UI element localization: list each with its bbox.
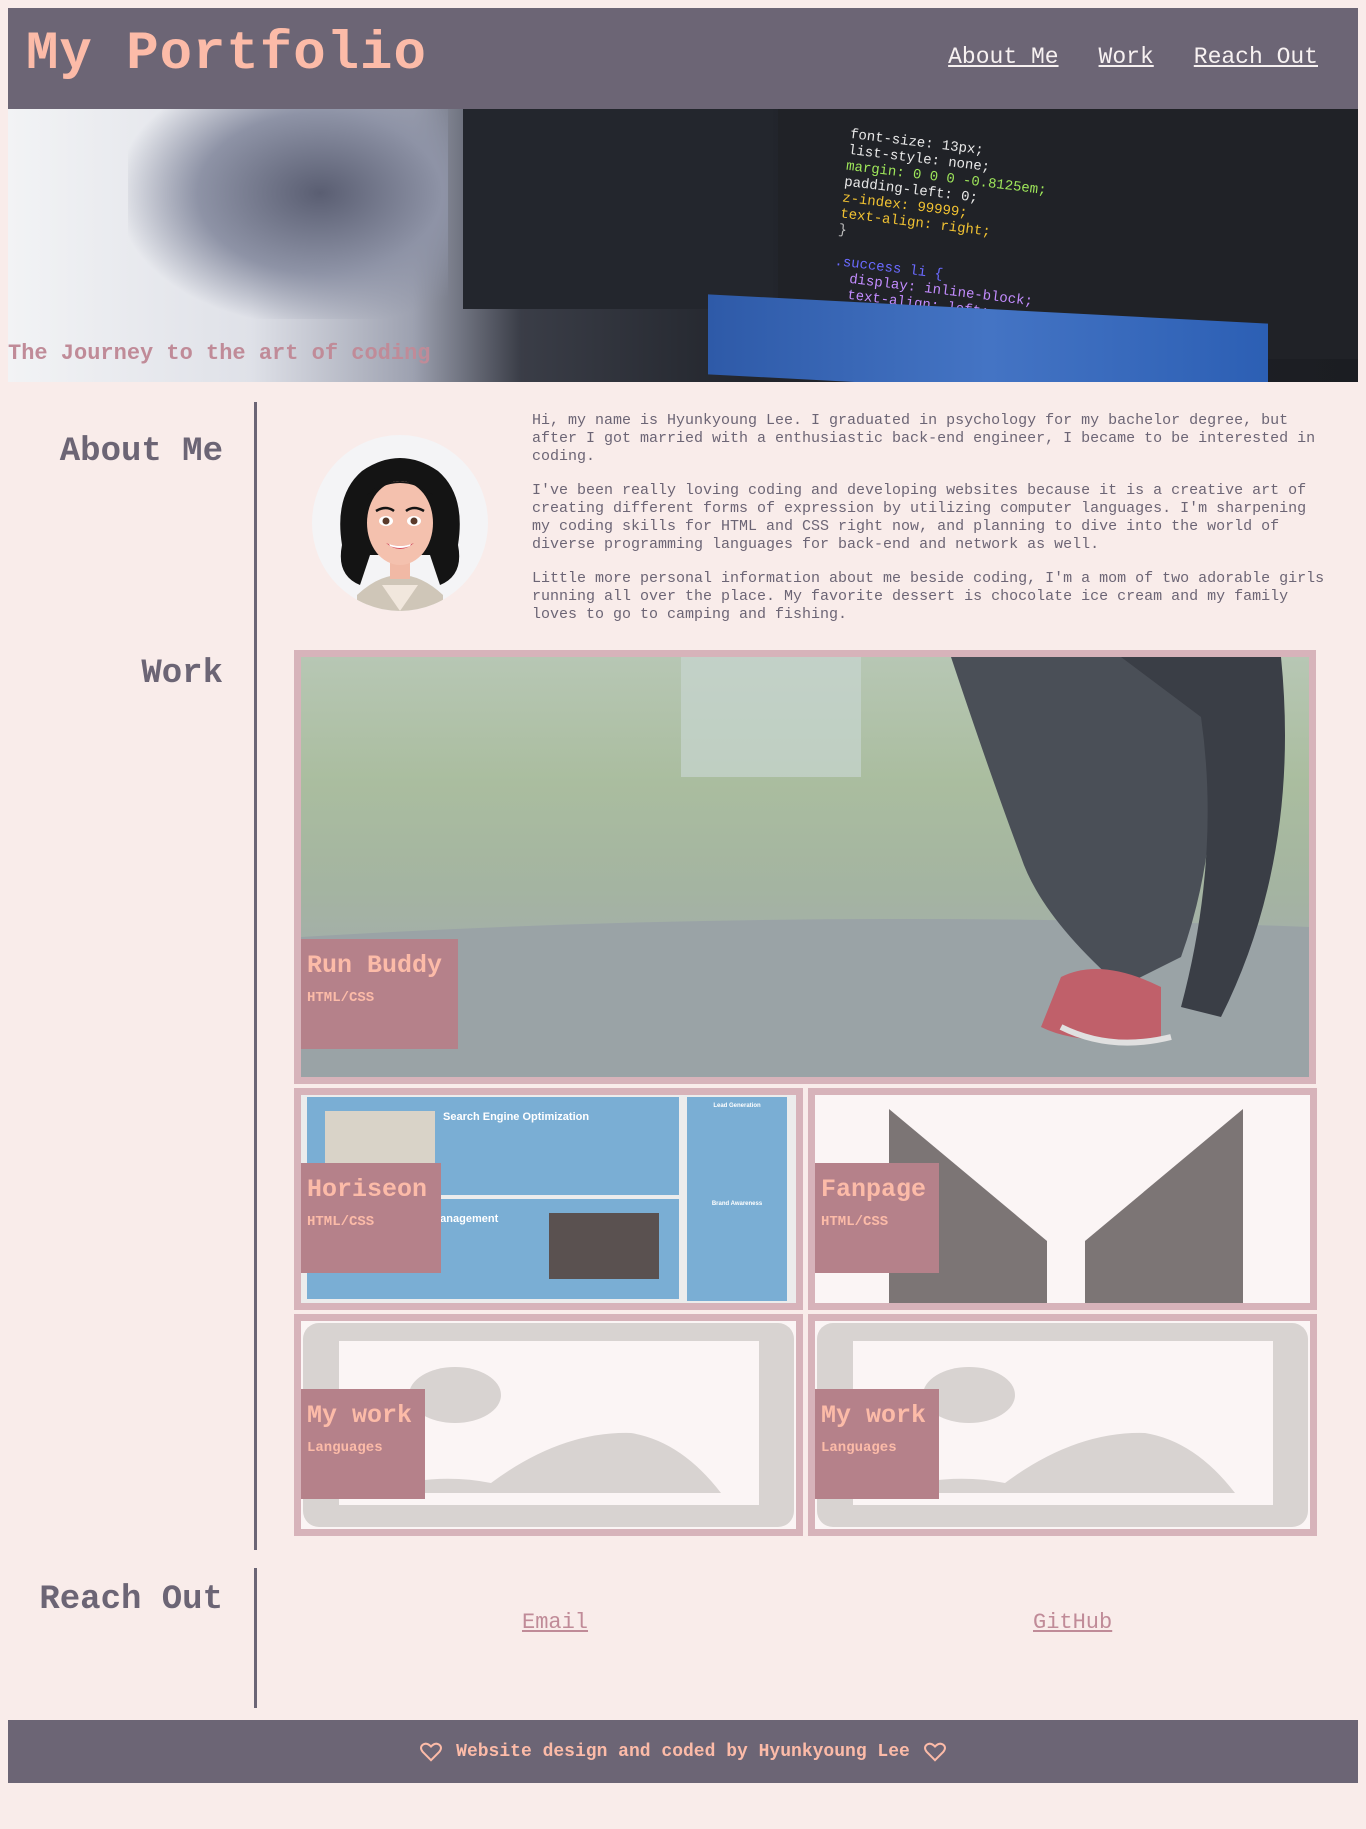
project-label: My work Languages — [301, 1389, 425, 1499]
nav-work[interactable]: Work — [1099, 44, 1154, 70]
reach-title: Reach Out — [39, 1581, 223, 1619]
project-title: Run Buddy — [307, 951, 443, 980]
about-bio: Hi, my name is Hyunkyoung Lee. I graduat… — [532, 412, 1332, 640]
project-subtitle: HTML/CSS — [307, 1214, 375, 1230]
heart-icon — [420, 1742, 443, 1762]
project-label: Horiseon HTML/CSS — [301, 1163, 441, 1273]
site-header: My Portfolio About Me Work Reach Out — [8, 8, 1358, 109]
hero-banner: font-size: 13px; list-style: none; margi… — [8, 109, 1358, 382]
project-label: Fanpage HTML/CSS — [815, 1163, 939, 1273]
main-nav: About Me Work Reach Out — [948, 44, 1318, 70]
nav-reach-out[interactable]: Reach Out — [1194, 44, 1318, 70]
project-subtitle: HTML/CSS — [307, 990, 375, 1006]
site-footer: Website design and coded by Hyunkyoung L… — [8, 1720, 1358, 1783]
project-card-horiseon[interactable]: Search Engine Optimization Management Le… — [294, 1088, 803, 1310]
bio-paragraph: Little more personal information about m… — [532, 570, 1325, 623]
avatar-illustration — [340, 458, 460, 611]
heart-icon — [923, 1742, 946, 1762]
avatar — [312, 435, 488, 611]
email-link[interactable]: Email — [522, 1610, 588, 1635]
hero-tagline: The Journey to the art of coding — [8, 341, 431, 366]
work-divider — [254, 640, 257, 1550]
work-title: Work — [141, 655, 223, 693]
about-section: About Me Hi, my name is Hyunkyoung Lee. … — [8, 382, 1358, 646]
bio-paragraph: I've been really loving coding and devel… — [532, 482, 1307, 553]
hero-laptop-screen — [463, 109, 773, 309]
project-card-fanpage[interactable]: Fanpage HTML/CSS — [808, 1088, 1317, 1310]
project-subtitle: Languages — [821, 1440, 897, 1456]
horiseon-side: Brand Awareness — [711, 1201, 763, 1207]
nav-about-me[interactable]: About Me — [948, 44, 1058, 70]
project-title: My work — [307, 1401, 413, 1430]
project-subtitle: HTML/CSS — [821, 1214, 889, 1230]
work-section: Work Run Buddy HTML/CSS Search Engine Op… — [8, 632, 1358, 1552]
project-card-my-work-1[interactable]: My work Languages — [294, 1314, 803, 1536]
page: My Portfolio About Me Work Reach Out fon… — [8, 8, 1358, 1783]
about-divider — [254, 402, 257, 646]
site-logo: My Portfolio — [26, 24, 427, 85]
project-title: Fanpage — [821, 1175, 927, 1204]
project-subtitle: Languages — [307, 1440, 383, 1456]
bio-paragraph: Hi, my name is Hyunkyoung Lee. I graduat… — [532, 412, 1316, 465]
project-card-run-buddy[interactable]: Run Buddy HTML/CSS — [294, 650, 1316, 1084]
hero-laptop-blur — [128, 109, 448, 319]
project-label: Run Buddy HTML/CSS — [301, 939, 458, 1049]
project-title: Horiseon — [307, 1175, 428, 1204]
reach-section: Reach Out Email GitHub — [8, 1552, 1358, 1708]
about-title: About Me — [59, 433, 223, 471]
code-line: } — [837, 222, 848, 240]
project-title: My work — [821, 1401, 927, 1430]
horiseon-heading: Management — [431, 1213, 499, 1225]
footer-text: Website design and coded by Hyunkyoung L… — [456, 1741, 910, 1762]
horiseon-heading: Search Engine Optimization — [443, 1111, 590, 1123]
horiseon-side: Lead Generation — [713, 1103, 761, 1109]
project-label: My work Languages — [815, 1389, 939, 1499]
project-card-my-work-2[interactable]: My work Languages — [808, 1314, 1317, 1536]
reach-divider — [254, 1568, 257, 1708]
github-link[interactable]: GitHub — [1033, 1610, 1112, 1635]
